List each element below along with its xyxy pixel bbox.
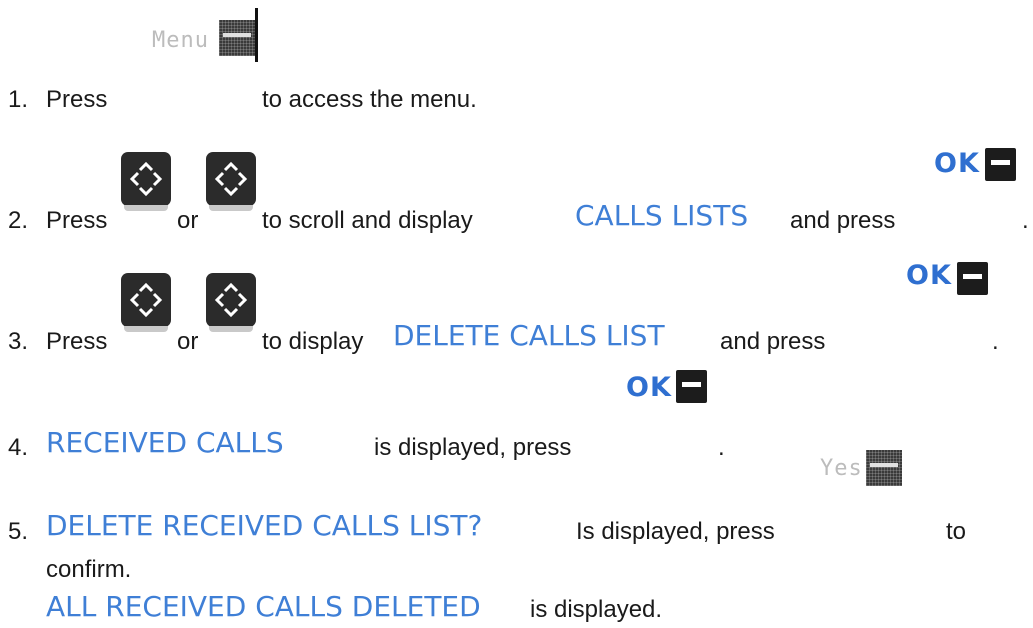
step-number: 3. (8, 328, 29, 355)
navigation-key-icon (121, 152, 171, 211)
ok-softkey-icon (985, 148, 1016, 181)
ok-softkey-icon (957, 262, 988, 295)
display-message: ALL RECEIVED CALLS DELETED (46, 590, 481, 623)
step-number: 5. (8, 518, 29, 545)
yes-softkey-label: Yes (820, 456, 863, 481)
navigation-key-icon (206, 273, 256, 332)
step-text: or (177, 328, 199, 355)
display-message: CALLS LISTS (575, 199, 749, 232)
step-text: Press (46, 328, 108, 355)
step-number: 1. (8, 86, 29, 113)
navigation-key-icon (121, 273, 171, 332)
display-message: RECEIVED CALLS (46, 426, 284, 459)
menu-softkey-icon (219, 20, 255, 56)
step-text: Press (46, 86, 108, 113)
step-text: to access the menu. (262, 86, 477, 113)
step-text: . (992, 328, 999, 355)
step-number: 4. (8, 434, 29, 461)
step-text: to display (262, 328, 364, 355)
step-number: 2. (8, 207, 29, 234)
ok-softkey-label: OK (906, 260, 952, 291)
menu-softkey-label: Menu (152, 28, 209, 53)
step-text: or (177, 207, 199, 234)
display-message: DELETE CALLS LIST (393, 319, 665, 352)
step-text-continuation: confirm. (46, 556, 132, 583)
step-text: to (946, 518, 967, 545)
step-text: and press (790, 207, 896, 234)
step-text: and press (720, 328, 826, 355)
text-cursor (255, 8, 258, 62)
step-text: . (718, 434, 725, 461)
navigation-key-icon (206, 152, 256, 211)
step-text: is displayed, press (374, 434, 572, 461)
ok-softkey-label: OK (934, 148, 980, 179)
step-text: to scroll and display (262, 207, 473, 234)
display-message: DELETE RECEIVED CALLS LIST? (46, 509, 483, 542)
step-text: Is displayed, press (576, 518, 775, 545)
step-text: is displayed. (530, 596, 663, 623)
step-text: Press (46, 207, 108, 234)
yes-softkey-icon (866, 450, 902, 486)
ok-softkey-label: OK (626, 372, 672, 403)
step-text: . (1022, 207, 1029, 234)
ok-softkey-icon (676, 370, 707, 403)
